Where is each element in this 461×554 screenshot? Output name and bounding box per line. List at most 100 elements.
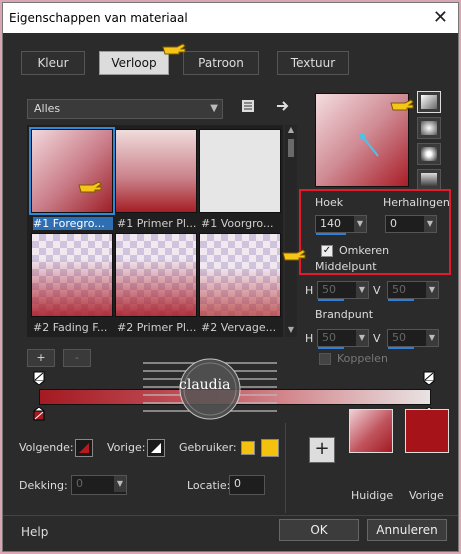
pointer-hand-icon: [390, 99, 414, 111]
koppelen-label: Koppelen: [337, 352, 388, 365]
gradient-thumb[interactable]: #1 Primer Pl...: [115, 129, 197, 231]
previous-material-swatch[interactable]: [405, 409, 449, 453]
pointer-hand-icon: [162, 43, 186, 55]
middelpunt-v-label: V: [373, 284, 381, 297]
footer-divider: [3, 515, 458, 516]
middelpunt-h-slider[interactable]: [318, 299, 344, 301]
gradient-preview: [115, 233, 197, 317]
tab-strip: Kleur Verloop Patroon Textuur: [17, 51, 444, 79]
tab-verloop[interactable]: Verloop: [99, 51, 169, 75]
gradient-thumb[interactable]: #2 Vervage...: [199, 233, 281, 335]
omkeren-checkbox[interactable]: ✓: [321, 245, 333, 257]
sunburst-style-button[interactable]: [417, 143, 441, 165]
tab-textuur[interactable]: Textuur: [277, 51, 349, 75]
brandpunt-v-slider[interactable]: [388, 347, 414, 349]
hoek-label: Hoek: [315, 196, 344, 209]
spin-arrow-icon[interactable]: ▼: [356, 330, 368, 346]
spin-arrow-icon[interactable]: ▼: [426, 282, 438, 298]
locatie-field[interactable]: 0: [229, 475, 265, 495]
huidige-label: Huidige: [351, 489, 394, 502]
opacity-stop-icon[interactable]: [423, 371, 435, 385]
gradient-thumb[interactable]: #2 Primer Pl...: [115, 233, 197, 335]
herhalingen-field[interactable]: 0 ▼: [385, 215, 437, 233]
rectangular-style-button[interactable]: [417, 117, 441, 139]
brandpunt-h-field[interactable]: 50 ▼: [317, 329, 369, 349]
locatie-label: Locatie:: [187, 479, 231, 492]
help-link[interactable]: Help: [21, 525, 48, 539]
divider: [285, 423, 286, 513]
middelpunt-h-field[interactable]: 50 ▼: [317, 281, 369, 301]
herhalingen-value: 0: [390, 217, 397, 230]
vorige-label: Vorige:: [107, 441, 146, 454]
gebruiker-label: Gebruiker:: [179, 441, 237, 454]
pointer-hand-icon: [282, 249, 306, 261]
middelpunt-v-value: 50: [392, 283, 406, 296]
category-dropdown[interactable]: Alles ▼: [27, 99, 223, 119]
gebruiker-swatch-2[interactable]: [261, 439, 279, 457]
spin-arrow-icon[interactable]: ▼: [114, 476, 126, 492]
library-menu-icon[interactable]: [241, 98, 257, 114]
previous-color-swatch[interactable]: [147, 439, 165, 457]
scroll-up-icon[interactable]: ▲: [285, 125, 297, 137]
opacity-stop-icon[interactable]: [33, 371, 45, 385]
omkeren-label: Omkeren: [339, 244, 390, 257]
middelpunt-v-field[interactable]: 50 ▼: [387, 281, 439, 301]
tab-patroon[interactable]: Patroon: [183, 51, 259, 75]
dekking-field[interactable]: 0 ▼: [71, 475, 127, 495]
gradient-thumb-label: #2 Primer Pl...: [117, 321, 197, 334]
spin-arrow-icon[interactable]: ▼: [354, 216, 366, 232]
volgende-label: Volgende:: [19, 441, 74, 454]
current-material-swatch[interactable]: [349, 409, 393, 453]
brandpunt-h-slider[interactable]: [318, 347, 344, 349]
radial-style-button[interactable]: [417, 169, 441, 191]
spin-arrow-icon[interactable]: ▼: [356, 282, 368, 298]
category-value: Alles: [34, 102, 61, 115]
gradient-thumb-label: #1 Primer Pl...: [117, 217, 197, 230]
koppelen-checkbox[interactable]: [319, 353, 331, 365]
gradient-preview: [31, 233, 113, 317]
library-scrollbar[interactable]: ▲ ▼: [285, 125, 297, 337]
hoek-field[interactable]: 140 ▼: [315, 215, 367, 235]
gradient-library: #1 Foregro... #1 Primer Pl... #1 Voorgro…: [27, 125, 283, 337]
next-color-swatch[interactable]: [75, 439, 93, 457]
herhalingen-label: Herhalingen: [383, 196, 450, 209]
gradient-preview: [29, 127, 115, 215]
vorige-swatch-label: Vorige: [409, 489, 444, 502]
scroll-down-icon[interactable]: ▼: [285, 325, 297, 337]
middelpunt-h-value: 50: [322, 283, 336, 296]
spin-arrow-icon[interactable]: ▼: [424, 216, 436, 232]
hoek-value: 140: [320, 217, 341, 230]
scroll-thumb[interactable]: [288, 139, 294, 157]
color-stop-icon[interactable]: [33, 407, 45, 421]
pointer-hand-icon: [78, 181, 102, 193]
chevron-down-icon: ▼: [210, 103, 218, 114]
gradient-thumb[interactable]: #2 Fading F...: [31, 233, 113, 335]
gradient-preview: [199, 129, 281, 213]
middelpunt-label: Middelpunt: [315, 260, 377, 273]
hoek-slider[interactable]: [316, 233, 346, 235]
add-gradient-button[interactable]: +: [27, 349, 55, 367]
middelpunt-v-slider[interactable]: [388, 299, 414, 301]
locatie-value: 0: [234, 477, 241, 490]
remove-gradient-button[interactable]: -: [63, 349, 91, 367]
watermark-text: claudia: [179, 377, 231, 393]
spin-arrow-icon[interactable]: ▼: [426, 330, 438, 346]
brandpunt-v-label: V: [373, 332, 381, 345]
ok-button[interactable]: OK: [279, 519, 359, 541]
gradient-thumb-label: #1 Foregro...: [33, 217, 113, 230]
close-icon[interactable]: ✕: [433, 7, 448, 28]
cancel-button[interactable]: Annuleren: [367, 519, 447, 541]
brandpunt-v-value: 50: [392, 331, 406, 344]
gebruiker-swatch-1[interactable]: [241, 441, 255, 455]
gradient-thumb-label: #2 Vervage...: [201, 321, 277, 334]
gradient-thumb-label: #1 Voorgro...: [201, 217, 274, 230]
brandpunt-v-field[interactable]: 50 ▼: [387, 329, 439, 349]
linear-style-button[interactable]: [417, 91, 441, 113]
material-properties-dialog: Eigenschappen van materiaal ✕ Kleur Verl…: [2, 2, 459, 552]
arrow-right-icon[interactable]: [275, 98, 291, 114]
gradient-preview: [199, 233, 281, 317]
gradient-thumb[interactable]: #1 Voorgro...: [199, 129, 281, 231]
tab-kleur[interactable]: Kleur: [21, 51, 85, 75]
add-to-swatches-button[interactable]: +: [309, 437, 335, 463]
middelpunt-h-label: H: [305, 284, 314, 297]
